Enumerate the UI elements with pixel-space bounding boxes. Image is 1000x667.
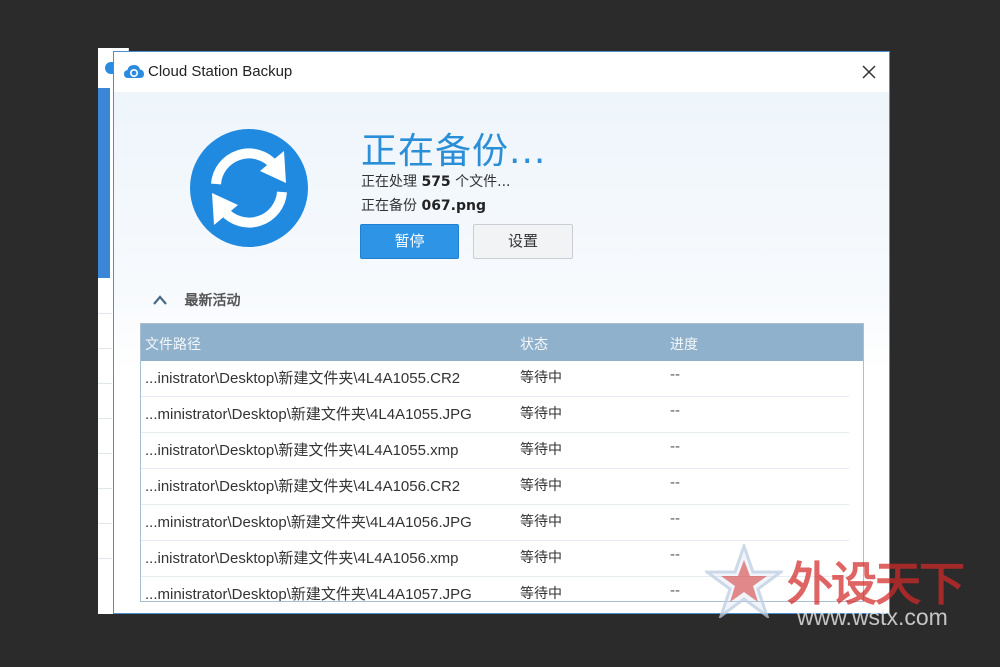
column-header-progress[interactable]: 进度	[670, 334, 698, 354]
status-heading: 正在备份...	[361, 131, 547, 172]
table-row[interactable]: ...inistrator\Desktop\新建文件夹\4L4A1055.CR2…	[141, 361, 849, 397]
table-row[interactable]: ...ministrator\Desktop\新建文件夹\4L4A1057.JP…	[141, 577, 849, 602]
current-file-status: 正在备份 067.png	[361, 195, 486, 215]
recent-activity-toggle[interactable]: 最新活动	[152, 290, 240, 310]
file-path: ...ministrator\Desktop\新建文件夹\4L4A1057.JP…	[145, 586, 472, 602]
file-path: ...ministrator\Desktop\新建文件夹\4L4A1056.JP…	[145, 514, 472, 531]
title-bar[interactable]: Cloud Station Backup	[114, 52, 889, 92]
background-divider	[98, 558, 112, 559]
cloud-icon	[123, 63, 145, 81]
file-status: 等待中	[520, 586, 562, 602]
file-status: 等待中	[520, 442, 562, 458]
background-divider	[98, 348, 112, 349]
file-progress: --	[670, 367, 681, 383]
file-progress: --	[670, 547, 681, 563]
current-file-name: 067.png	[421, 198, 487, 214]
file-status: 等待中	[520, 550, 562, 566]
file-path: ...inistrator\Desktop\新建文件夹\4L4A1056.CR2	[145, 478, 461, 495]
column-header-status[interactable]: 状态	[520, 334, 548, 354]
chevron-up-icon	[152, 294, 168, 306]
file-path: ...inistrator\Desktop\新建文件夹\4L4A1055.xmp	[145, 442, 459, 459]
file-path: ...inistrator\Desktop\新建文件夹\4L4A1056.xmp	[145, 550, 459, 567]
file-status: 等待中	[520, 370, 562, 386]
backing-prefix: 正在备份	[361, 198, 417, 214]
file-progress: --	[670, 439, 681, 455]
pause-button[interactable]: 暂停	[360, 224, 459, 259]
background-sidebar-header	[98, 88, 110, 278]
table-row[interactable]: ...inistrator\Desktop\新建文件夹\4L4A1056.CR2…	[141, 469, 849, 505]
table-row[interactable]: ...ministrator\Desktop\新建文件夹\4L4A1056.JP…	[141, 505, 849, 541]
file-status: 等待中	[520, 514, 562, 530]
file-progress: --	[670, 511, 681, 527]
dialog-content: 正在备份... 正在处理 575 个文件... 正在备份 067.png 暂停 …	[114, 92, 889, 613]
processing-suffix: 个文件...	[455, 174, 511, 190]
recent-activity-label: 最新活动	[184, 293, 241, 309]
file-path: ...ministrator\Desktop\新建文件夹\4L4A1055.JP…	[145, 406, 472, 423]
sync-icon	[190, 129, 308, 247]
table-row[interactable]: ...inistrator\Desktop\新建文件夹\4L4A1055.xmp…	[141, 433, 849, 469]
processing-count: 575	[421, 174, 451, 190]
file-progress: --	[670, 475, 681, 491]
file-progress: --	[670, 583, 681, 599]
close-icon[interactable]	[857, 60, 881, 84]
file-status: 等待中	[520, 406, 562, 422]
table-row[interactable]: ...ministrator\Desktop\新建文件夹\4L4A1055.JP…	[141, 397, 849, 433]
background-divider	[98, 383, 112, 384]
background-divider	[98, 488, 112, 489]
background-divider	[98, 418, 112, 419]
background-divider	[98, 313, 112, 314]
file-status: 等待中	[520, 478, 562, 494]
file-path: ...inistrator\Desktop\新建文件夹\4L4A1055.CR2	[145, 370, 461, 387]
activity-table: 文件路径 状态 进度 ...inistrator\Desktop\新建文件夹\4…	[140, 323, 864, 602]
column-header-path[interactable]: 文件路径	[145, 334, 201, 354]
backup-dialog: Cloud Station Backup 正在备份... 正在处理 575 个文…	[113, 51, 890, 614]
processing-status: 正在处理 575 个文件...	[361, 171, 511, 191]
window-title: Cloud Station Backup	[148, 63, 293, 80]
processing-prefix: 正在处理	[361, 174, 417, 190]
background-divider	[98, 453, 112, 454]
table-row[interactable]: ...inistrator\Desktop\新建文件夹\4L4A1056.xmp…	[141, 541, 849, 577]
settings-button[interactable]: 设置	[473, 224, 573, 259]
file-progress: --	[670, 403, 681, 419]
background-divider	[98, 523, 112, 524]
table-header: 文件路径 状态 进度	[141, 324, 863, 361]
